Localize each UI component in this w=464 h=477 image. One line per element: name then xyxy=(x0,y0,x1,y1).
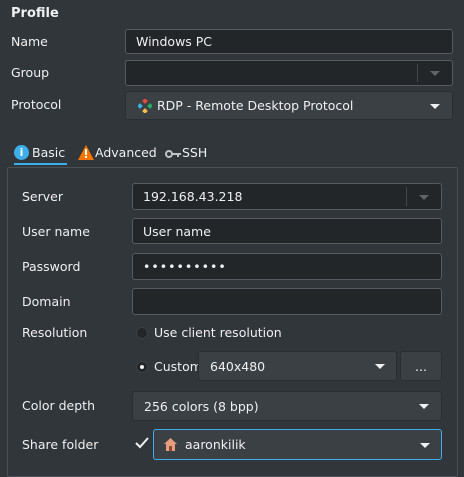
server-combobox-value: 192.168.43.218 xyxy=(143,189,243,204)
more-button-label: ... xyxy=(415,358,427,374)
profile-section-title: Profile xyxy=(11,6,59,21)
group-label: Group xyxy=(11,65,50,80)
custom-resolution-combobox[interactable]: 640x480 xyxy=(198,351,397,381)
server-combobox[interactable]: 192.168.43.218 xyxy=(132,183,442,210)
username-input-value: User name xyxy=(143,223,211,239)
chevron-down-icon xyxy=(375,364,385,369)
chevron-down-icon xyxy=(420,442,430,448)
home-folder-icon xyxy=(163,437,178,452)
tab-basic-underline xyxy=(14,163,67,165)
info-icon: i xyxy=(14,144,29,160)
chevron-down-icon xyxy=(430,103,440,109)
resolution-label: Resolution xyxy=(22,325,88,340)
protocol-label: Protocol xyxy=(11,97,62,112)
domain-label: Domain xyxy=(22,294,71,309)
domain-input[interactable] xyxy=(132,288,442,315)
name-label: Name xyxy=(11,34,48,49)
username-label: User name xyxy=(22,224,90,239)
custom-resolution-more-button[interactable]: ... xyxy=(400,351,442,381)
share-folder-value: aaronkilik xyxy=(185,437,246,452)
name-input-value: Windows PC xyxy=(136,34,213,49)
rdp-diamond-icon xyxy=(137,98,153,114)
share-folder-checkbox[interactable] xyxy=(134,435,150,451)
server-label: Server xyxy=(22,189,63,204)
password-input-value: •••••••••• xyxy=(143,259,227,274)
color-depth-label: Color depth xyxy=(22,398,95,413)
password-label: Password xyxy=(22,259,81,274)
username-input[interactable]: User name xyxy=(132,218,442,244)
warning-icon xyxy=(78,144,94,160)
tab-ssh-label: SSH xyxy=(182,144,208,160)
color-depth-combobox[interactable]: 256 colors (8 bpp) xyxy=(132,391,442,421)
protocol-combobox[interactable]: RDP - Remote Desktop Protocol xyxy=(125,91,453,120)
tab-basic-label: Basic xyxy=(32,144,66,160)
share-folder-combobox[interactable]: aaronkilik xyxy=(153,429,442,460)
chevron-down-icon xyxy=(419,404,429,409)
chevron-down-icon[interactable] xyxy=(419,194,429,200)
server-combobox-separator xyxy=(406,187,407,206)
tab-advanced-label: Advanced xyxy=(95,144,157,160)
custom-resolution-label[interactable]: Custom xyxy=(154,359,202,374)
tab-ssh[interactable]: SSH xyxy=(165,141,207,163)
color-depth-value: 256 colors (8 bpp) xyxy=(144,399,259,414)
custom-resolution-value: 640x480 xyxy=(210,359,266,374)
use-client-resolution-radio[interactable] xyxy=(136,327,148,339)
password-input[interactable]: •••••••••• xyxy=(132,253,442,280)
share-folder-label: Share folder xyxy=(22,437,99,452)
key-icon xyxy=(165,147,181,158)
use-client-resolution-label[interactable]: Use client resolution xyxy=(154,325,282,340)
name-input[interactable]: Windows PC xyxy=(125,29,453,54)
custom-resolution-radio[interactable] xyxy=(136,361,148,373)
chevron-down-icon[interactable] xyxy=(430,71,440,76)
group-combobox-separator xyxy=(417,64,418,82)
protocol-combobox-value: RDP - Remote Desktop Protocol xyxy=(157,98,354,113)
tab-advanced[interactable]: Advanced xyxy=(78,141,157,163)
group-combobox[interactable] xyxy=(125,60,453,86)
tab-basic[interactable]: i Basic xyxy=(14,141,65,163)
